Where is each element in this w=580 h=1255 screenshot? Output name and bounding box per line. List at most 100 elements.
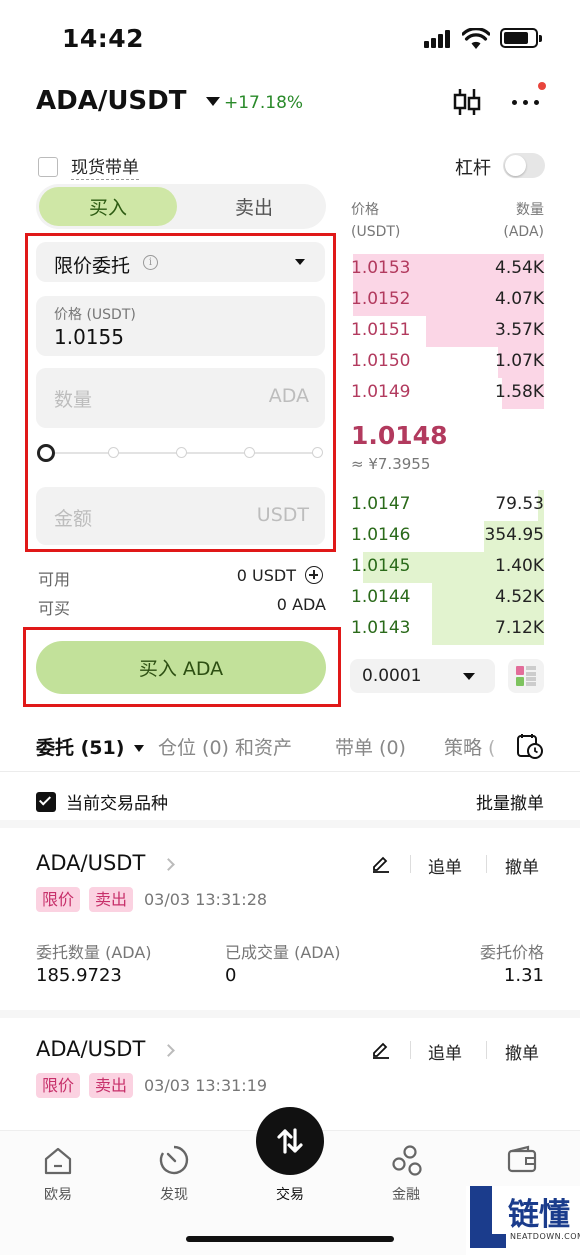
orderbook-qty-header: 数量 (ADA) xyxy=(503,202,544,240)
price-change-percent: +17.18% xyxy=(224,93,304,113)
cancel-order-button[interactable]: 撤单 xyxy=(505,1039,539,1064)
candlestick-chart-icon[interactable] xyxy=(451,86,483,118)
order-type-select[interactable]: 限价委托 i xyxy=(36,242,325,282)
batch-cancel-button[interactable]: 批量撤单 xyxy=(476,789,544,814)
chevron-right-icon xyxy=(162,1043,175,1057)
slider-step-25[interactable] xyxy=(108,447,119,458)
home-icon[interactable] xyxy=(43,1146,73,1176)
amount-placeholder: 金额 xyxy=(54,508,93,530)
info-icon[interactable]: i xyxy=(143,255,158,270)
battery-icon xyxy=(500,28,542,48)
price-input-label: 价格 (USDT) xyxy=(54,307,136,323)
tab-buy[interactable]: 买入 xyxy=(39,187,177,226)
available-label: 可用 xyxy=(38,570,71,589)
ask-price: 1.0151 xyxy=(351,320,411,340)
chase-order-button[interactable]: 追单 xyxy=(428,853,462,878)
order-type-label: 限价委托 xyxy=(54,255,131,277)
slider-step-100[interactable] xyxy=(312,447,323,458)
add-funds-icon[interactable] xyxy=(305,566,323,584)
order-qty-label: 委托数量 (ADA) xyxy=(36,943,152,962)
order-price-value: 1.31 xyxy=(503,965,544,986)
order-history-icon[interactable] xyxy=(516,732,544,760)
precision-value: 0.0001 xyxy=(362,666,422,686)
available-value: 0 USDT xyxy=(236,566,296,585)
chevron-right-icon xyxy=(162,857,175,871)
order-type-badge: 限价 xyxy=(36,887,81,912)
cancel-order-button[interactable]: 撤单 xyxy=(505,853,539,878)
side-switch: 买入 卖出 xyxy=(36,184,326,229)
notification-dot xyxy=(538,82,546,90)
last-price-fiat: ≈ ¥7.3955 xyxy=(351,455,431,473)
spot-follow-checkbox[interactable]: 现货带单 xyxy=(38,153,139,180)
ask-qty: 1.58K xyxy=(495,382,544,402)
ask-price: 1.0153 xyxy=(351,258,411,278)
slider-handle[interactable] xyxy=(37,444,55,462)
chevron-down-icon xyxy=(134,745,145,752)
amount-input[interactable]: 金额 USDT xyxy=(36,487,325,545)
order-time: 03/03 13:31:28 xyxy=(144,890,268,909)
tabs-divider xyxy=(0,771,580,772)
buy-ada-button[interactable]: 买入 ADA xyxy=(36,641,326,694)
slider-step-50[interactable] xyxy=(176,447,187,458)
quantity-input[interactable]: 数量 ADA xyxy=(36,368,325,428)
tab-positions-assets[interactable]: 仓位 (0) 和资产 xyxy=(158,733,292,760)
order-pair-link[interactable]: ADA/USDT xyxy=(36,1037,175,1061)
chase-order-button[interactable]: 追单 xyxy=(428,1039,462,1064)
last-price: 1.0148 xyxy=(351,421,448,450)
brand-watermark: 链懂 NEATDOWN.COM xyxy=(466,1186,580,1255)
status-time: 14:42 xyxy=(62,24,145,53)
checkbox-unchecked xyxy=(38,156,58,177)
action-separator xyxy=(486,855,487,873)
precision-select[interactable]: 0.0001 xyxy=(350,659,495,693)
nav-discover-label[interactable]: 发现 xyxy=(144,1184,204,1204)
ask-qty: 4.07K xyxy=(495,289,544,309)
orderbook-layout-button[interactable] xyxy=(508,659,544,693)
wallet-icon[interactable] xyxy=(506,1144,538,1176)
nav-trade-label[interactable]: 交易 xyxy=(260,1184,320,1204)
trade-button[interactable] xyxy=(256,1107,324,1175)
edit-icon[interactable] xyxy=(371,1039,391,1059)
discover-icon[interactable] xyxy=(157,1143,191,1177)
bid-qty: 4.52K xyxy=(495,587,544,607)
cellular-signal-icon xyxy=(424,30,452,48)
more-menu-icon[interactable] xyxy=(512,100,540,106)
quantity-placeholder: 数量 xyxy=(54,389,93,411)
order-time: 03/03 13:31:19 xyxy=(144,1076,268,1095)
order-pair-link[interactable]: ADA/USDT xyxy=(36,851,175,875)
order-type-badge: 限价 xyxy=(36,1073,81,1098)
watermark-brand: 链懂 xyxy=(508,1197,570,1233)
ask-row[interactable]: 1.0149 1.58K xyxy=(351,378,544,414)
bid-qty: 7.12K xyxy=(495,618,544,638)
nav-finance-label[interactable]: 金融 xyxy=(376,1184,436,1204)
order-filled-label: 已成交量 (ADA) xyxy=(225,943,341,962)
pair-selector[interactable]: ADA/USDT xyxy=(36,86,220,116)
current-pair-label: 当前交易品种 xyxy=(66,794,168,814)
order-card: ADA/USDT 追单 撤单 限价 卖出 03/03 13:31:28 委托数量… xyxy=(0,828,580,1010)
tab-orders[interactable]: 委托 (51) xyxy=(36,733,145,760)
leverage-toggle[interactable] xyxy=(503,153,545,178)
ask-price: 1.0149 xyxy=(351,382,411,402)
slider-step-75[interactable] xyxy=(244,447,255,458)
home-indicator xyxy=(186,1236,394,1242)
bid-price: 1.0145 xyxy=(351,556,411,576)
current-pair-filter[interactable]: 当前交易品种 xyxy=(36,789,168,814)
tab-copy-orders[interactable]: 带单 (0) xyxy=(335,733,406,760)
edit-icon[interactable] xyxy=(371,853,391,873)
ask-qty: 4.54K xyxy=(495,258,544,278)
tab-sell[interactable]: 卖出 xyxy=(186,187,322,226)
order-price-label: 委托价格 xyxy=(479,943,544,962)
bid-price: 1.0147 xyxy=(351,494,411,514)
price-input[interactable]: 价格 (USDT) 1.0155 xyxy=(36,296,325,356)
swap-arrows-icon xyxy=(277,1128,303,1154)
order-qty-value: 185.9723 xyxy=(36,965,122,986)
amount-unit: USDT xyxy=(256,504,309,526)
price-input-value: 1.0155 xyxy=(54,325,124,349)
finance-icon[interactable] xyxy=(390,1143,424,1177)
chevron-down-icon xyxy=(205,97,220,106)
ask-price: 1.0150 xyxy=(351,351,411,371)
bid-qty: 79.53 xyxy=(495,494,544,514)
pair-name: ADA/USDT xyxy=(36,86,187,116)
card-divider xyxy=(0,1010,580,1018)
bid-row[interactable]: 1.0143 7.12K xyxy=(351,614,544,650)
nav-home-label[interactable]: 欧易 xyxy=(28,1184,88,1204)
